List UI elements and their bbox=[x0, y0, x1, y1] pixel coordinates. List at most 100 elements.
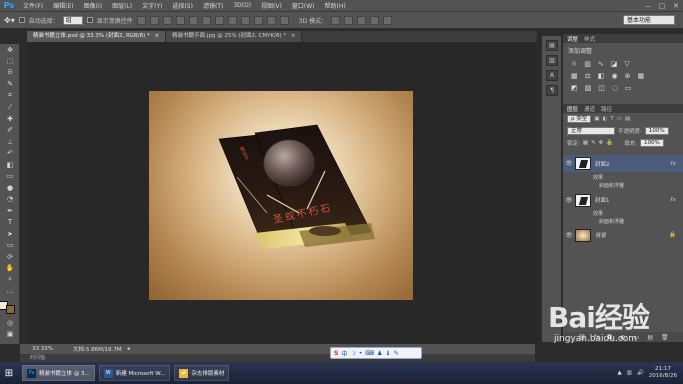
ime-moon-icon[interactable]: ☽ bbox=[350, 350, 355, 357]
opacity-field[interactable]: 100% bbox=[644, 127, 669, 135]
layer-name[interactable]: 封面1 bbox=[595, 196, 610, 204]
lock-move-icon[interactable]: ✥ bbox=[599, 140, 604, 146]
menu-3d[interactable]: 3D(D) bbox=[228, 2, 256, 9]
crop-tool-icon[interactable]: ⌗ bbox=[0, 90, 20, 102]
layer-effect-bevel[interactable]: 斜面和浮雕 bbox=[599, 218, 624, 225]
eye-icon[interactable]: 👁 bbox=[563, 197, 575, 204]
eyedropper-tool-icon[interactable]: ⁄ bbox=[0, 102, 20, 114]
zoom-level[interactable]: 33.33% bbox=[32, 346, 53, 352]
3d-rotate-icon[interactable] bbox=[331, 15, 341, 25]
taskbar-item-folder[interactable]: 📁 杂志排版素材 bbox=[174, 365, 230, 381]
3d-pan-icon[interactable] bbox=[357, 15, 367, 25]
photo-filter-icon[interactable]: ◉ bbox=[612, 72, 618, 80]
clock[interactable]: 21:17 2016/8/26 bbox=[649, 366, 677, 380]
filter-type-icon[interactable]: T bbox=[610, 116, 613, 122]
auto-select-checkbox[interactable] bbox=[18, 17, 25, 23]
quick-mask-icon[interactable]: ◎ bbox=[0, 317, 20, 329]
3d-slide-icon[interactable] bbox=[370, 15, 380, 25]
align-top-icon[interactable] bbox=[136, 15, 146, 25]
pen-tool-icon[interactable]: ✒ bbox=[0, 205, 20, 217]
lock-brush-icon[interactable]: ✎ bbox=[591, 140, 596, 146]
layer-name[interactable]: 封面2 bbox=[595, 160, 610, 168]
show-transform-checkbox[interactable] bbox=[86, 17, 93, 23]
align-hcenter-icon[interactable] bbox=[188, 15, 198, 25]
distribute-bottom-icon[interactable] bbox=[240, 15, 250, 25]
align-right-icon[interactable] bbox=[201, 15, 211, 25]
selective-color-icon[interactable]: ◌ bbox=[612, 84, 618, 92]
start-button[interactable]: ⊞ bbox=[0, 362, 18, 384]
move-tool-icon[interactable]: ✥ bbox=[0, 44, 20, 56]
vibrance-icon[interactable]: ▽ bbox=[624, 60, 629, 68]
3d-tool-icon[interactable]: ⟳ bbox=[0, 251, 20, 263]
zoom-tool-icon[interactable]: ⌕ bbox=[0, 274, 20, 286]
shape-tool-icon[interactable]: ▭ bbox=[0, 240, 20, 252]
fx-icon[interactable]: fx bbox=[671, 197, 676, 203]
3d-roll-icon[interactable] bbox=[344, 15, 354, 25]
distribute-top-icon[interactable] bbox=[214, 15, 224, 25]
menu-image[interactable]: 图像(I) bbox=[79, 1, 107, 10]
layer-effect-bevel[interactable]: 斜面和浮雕 bbox=[599, 182, 624, 189]
taskbar-item-word[interactable]: W 新建 Microsoft W... bbox=[98, 365, 171, 381]
color-lookup-icon[interactable]: ▦ bbox=[638, 72, 645, 80]
history-panel-icon[interactable]: ▤ bbox=[546, 40, 558, 51]
blend-mode-dropdown[interactable]: 正常 bbox=[567, 127, 615, 135]
threshold-icon[interactable]: ◫ bbox=[598, 84, 605, 92]
filter-pixel-icon[interactable]: ▣ bbox=[594, 116, 599, 122]
layer-name[interactable]: 背景 bbox=[595, 231, 606, 239]
layer-row-cover2[interactable]: 👁 封面2 fx bbox=[563, 155, 683, 172]
channel-mixer-icon[interactable]: ⊛ bbox=[625, 72, 631, 80]
align-vcenter-icon[interactable] bbox=[149, 15, 159, 25]
menu-view[interactable]: 视图(V) bbox=[256, 1, 287, 10]
tab-document-2[interactable]: 精装书籍平面.jpg @ 25% (封面2, CMYK/8) * × bbox=[166, 31, 303, 42]
distribute-right-icon[interactable] bbox=[279, 15, 289, 25]
invert-icon[interactable]: ◩ bbox=[571, 84, 578, 92]
fill-field[interactable]: 100% bbox=[640, 139, 664, 147]
auto-select-dropdown[interactable]: 组 bbox=[62, 15, 83, 25]
fx-icon[interactable]: fx bbox=[671, 161, 676, 167]
network-icon[interactable]: ▥ bbox=[627, 370, 632, 376]
eraser-tool-icon[interactable]: ◧ bbox=[0, 159, 20, 171]
menu-select[interactable]: 选择(S) bbox=[167, 1, 198, 10]
lock-all-icon[interactable]: 🔒 bbox=[606, 140, 613, 146]
exposure-icon[interactable]: ◪ bbox=[611, 60, 618, 68]
layer-row-cover1[interactable]: 👁 封面1 fx bbox=[563, 192, 683, 208]
menu-layer[interactable]: 图层(L) bbox=[107, 1, 137, 10]
curves-icon[interactable]: ∿ bbox=[598, 60, 604, 68]
levels-icon[interactable]: ▥ bbox=[584, 60, 591, 68]
paragraph-panel-icon[interactable]: ¶ bbox=[546, 85, 558, 96]
tab-close-icon[interactable]: × bbox=[155, 33, 160, 39]
ime-user-icon[interactable]: ♟ bbox=[377, 350, 382, 357]
filter-adjust-icon[interactable]: ◐ bbox=[602, 116, 607, 122]
posterize-icon[interactable]: ▧ bbox=[585, 84, 592, 92]
minimize-icon[interactable]: — bbox=[641, 2, 655, 10]
ime-skin-icon[interactable]: ♝ bbox=[385, 350, 390, 357]
healing-brush-icon[interactable]: ✚ bbox=[0, 113, 20, 125]
marquee-tool-icon[interactable]: ⬚ bbox=[0, 56, 20, 68]
eye-icon[interactable]: 👁 bbox=[563, 232, 575, 239]
distribute-vcenter-icon[interactable] bbox=[227, 15, 237, 25]
tab-styles[interactable]: 样式 bbox=[584, 35, 595, 43]
color-swatches-icon[interactable] bbox=[0, 297, 20, 317]
tab-channels[interactable]: 通道 bbox=[584, 105, 595, 113]
align-left-icon[interactable] bbox=[175, 15, 185, 25]
history-brush-icon[interactable]: ↶ bbox=[0, 148, 20, 160]
taskbar-item-photoshop[interactable]: Ps 精装书籍立体 @ 3... bbox=[22, 365, 95, 381]
black-white-icon[interactable]: ◧ bbox=[598, 72, 605, 80]
tab-close-icon[interactable]: × bbox=[291, 33, 296, 39]
ime-dot-icon[interactable]: • bbox=[359, 350, 363, 357]
menu-window[interactable]: 窗口(W) bbox=[287, 1, 320, 10]
workspace-dropdown[interactable]: 基本功能 bbox=[623, 15, 675, 25]
path-select-icon[interactable]: ➤ bbox=[0, 228, 20, 240]
tray-up-icon[interactable]: ▲ bbox=[618, 370, 622, 376]
distribute-hcenter-icon[interactable] bbox=[266, 15, 276, 25]
gradient-tool-icon[interactable]: ▭ bbox=[0, 171, 20, 183]
properties-panel-icon[interactable]: ▥ bbox=[546, 55, 558, 66]
screen-mode-icon[interactable]: ▣ bbox=[0, 329, 20, 341]
dodge-tool-icon[interactable]: ◔ bbox=[0, 194, 20, 206]
hue-saturation-icon[interactable]: ▦ bbox=[571, 72, 578, 80]
menu-type[interactable]: 文字(Y) bbox=[137, 1, 167, 10]
status-arrow-icon[interactable]: ▸ bbox=[128, 346, 131, 352]
ime-keyboard-icon[interactable]: ⌨ bbox=[365, 350, 374, 357]
menu-edit[interactable]: 编辑(E) bbox=[48, 1, 78, 10]
menu-help[interactable]: 帮助(H) bbox=[320, 1, 351, 10]
